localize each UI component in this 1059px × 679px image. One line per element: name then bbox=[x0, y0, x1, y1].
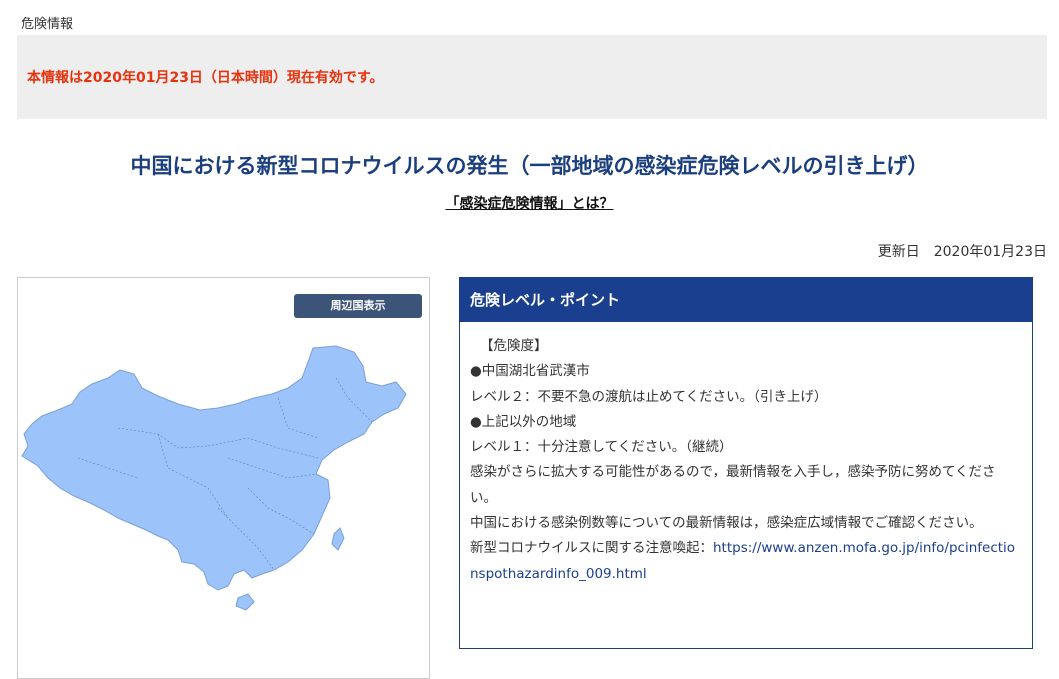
page-title: 中国における新型コロナウイルスの発生（一部地域の感染症危険レベルの引き上げ） bbox=[130, 154, 929, 178]
risk-line-other-areas: ●上記以外の地域 bbox=[470, 413, 577, 430]
warning-link-prefix: 新型コロナウイルスに関する注意喚起： bbox=[470, 540, 713, 557]
breadcrumb: 危険情報 bbox=[21, 17, 74, 32]
hainan-island-shape bbox=[235, 593, 255, 611]
risk-line-level1: レベル１：十分注意してください。（継続） bbox=[470, 439, 733, 456]
china-region-shape bbox=[21, 345, 407, 591]
show-neighbors-button[interactable]: 周辺国表示 bbox=[294, 294, 422, 318]
updated-label: 更新日 bbox=[877, 244, 920, 260]
risk-line-heading: 【危険度】 bbox=[480, 338, 548, 354]
updated-date: 更新日 2020年01月23日 bbox=[878, 241, 1047, 261]
validity-notice-box: 本情報は2020年01月23日（日本時間）現在有効です。 bbox=[17, 35, 1047, 119]
risk-level-header: 危険レベル・ポイント bbox=[460, 278, 1032, 322]
risk-line-wuhan: ●中国湖北省武漢市 bbox=[470, 363, 590, 380]
validity-notice-text: 本情報は2020年01月23日（日本時間）現在有効です。 bbox=[27, 70, 384, 86]
risk-line-advice: 感染がさらに拡大する可能性があるので，最新情報を入手し，感染予防に努めてください… bbox=[470, 464, 996, 506]
what-is-risk-info-link[interactable]: 「感染症危険情報」とは？ bbox=[446, 196, 614, 212]
china-map[interactable] bbox=[18, 338, 429, 618]
what-is-risk-info-link-wrap: 「感染症危険情報」とは？ bbox=[0, 193, 1059, 213]
updated-value: 2020年01月23日 bbox=[933, 244, 1047, 260]
risk-line-warning-link: 新型コロナウイルスに関する注意喚起：https://www.anzen.mofa… bbox=[470, 536, 1022, 587]
map-panel: 周辺国表示 bbox=[17, 277, 430, 679]
risk-line-latest-info: 中国における感染例数等についての最新情報は，感染症広域情報でご確認ください。 bbox=[470, 515, 983, 532]
risk-line-level2: レベル２：不要不急の渡航は止めてください。（引き上げ） bbox=[470, 388, 828, 405]
taiwan-island-shape bbox=[331, 527, 345, 551]
risk-level-body: 【危険度】 ●中国湖北省武漢市 レベル２：不要不急の渡航は止めてください。（引き… bbox=[460, 322, 1032, 587]
risk-level-panel: 危険レベル・ポイント 【危険度】 ●中国湖北省武漢市 レベル２：不要不急の渡航は… bbox=[459, 277, 1033, 649]
